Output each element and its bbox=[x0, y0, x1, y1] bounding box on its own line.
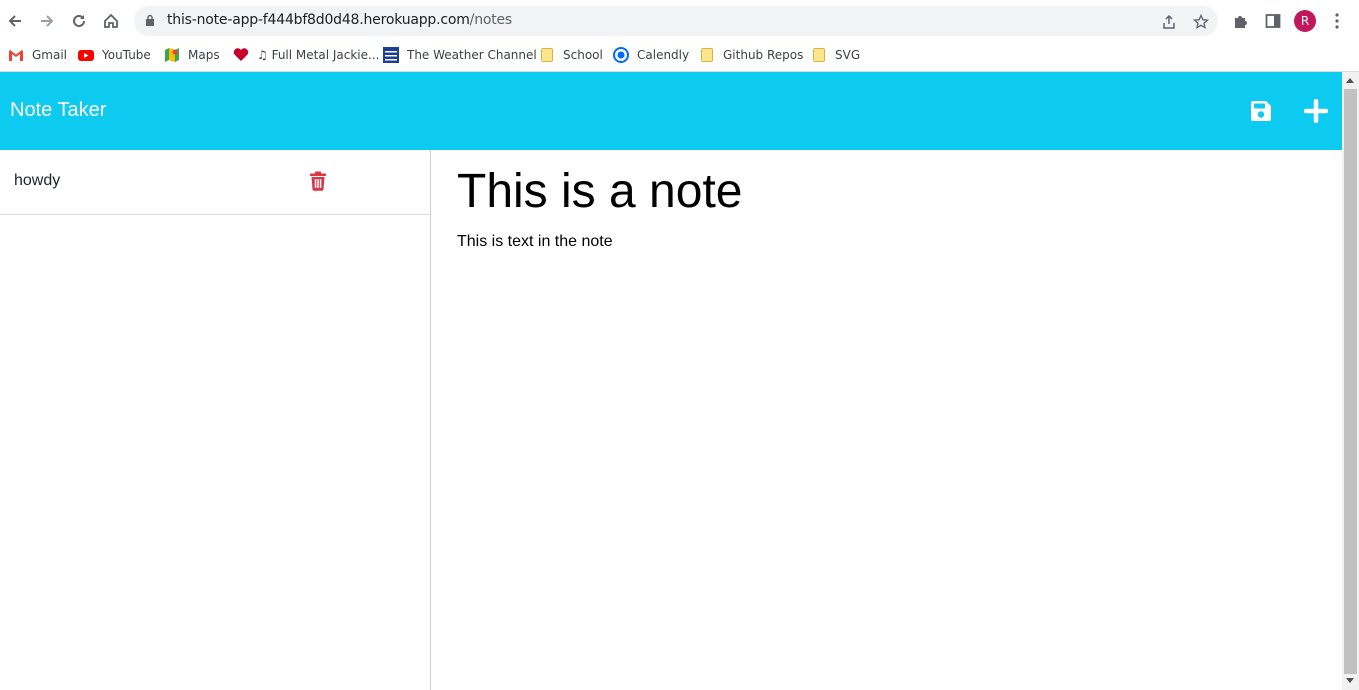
gmail-icon bbox=[8, 47, 24, 63]
bookmark-label: SVG bbox=[835, 48, 861, 62]
list-item[interactable]: howdy bbox=[0, 150, 430, 215]
bookmark-label: Maps bbox=[188, 48, 220, 62]
forward-arrow-icon bbox=[41, 15, 54, 27]
side-panel-icon bbox=[1265, 14, 1281, 28]
home-button[interactable] bbox=[98, 8, 124, 34]
bookmark-label: School bbox=[563, 48, 603, 62]
iheart-icon bbox=[233, 47, 249, 63]
bookmark-weather-channel[interactable]: The Weather Channel bbox=[383, 45, 537, 65]
forward-button[interactable] bbox=[34, 8, 60, 34]
maps-icon bbox=[164, 47, 180, 63]
bookmark-label: ♫ Full Metal Jackie... bbox=[257, 48, 380, 62]
app-header: Note Taker bbox=[0, 72, 1342, 150]
bookmark-label: Calendly bbox=[637, 48, 690, 62]
note-text-area[interactable]: This is text in the note bbox=[457, 233, 613, 251]
weather-channel-icon bbox=[383, 47, 399, 63]
bookmark-full-metal-jackie[interactable]: ♫ Full Metal Jackie... bbox=[233, 45, 379, 65]
folder-icon bbox=[811, 47, 827, 63]
scroll-down-arrow-icon[interactable] bbox=[1346, 678, 1354, 683]
lock-icon bbox=[146, 14, 154, 26]
puzzle-icon bbox=[1235, 16, 1247, 28]
save-icon bbox=[1251, 101, 1271, 121]
reload-icon bbox=[73, 14, 85, 27]
back-arrow-icon bbox=[8, 15, 21, 27]
share-button[interactable] bbox=[1160, 13, 1178, 31]
bookmark-label: Github Repos bbox=[723, 48, 804, 62]
bookmark-label: The Weather Channel bbox=[407, 48, 537, 62]
page-scrollbar[interactable] bbox=[1342, 72, 1359, 690]
url-host: this-note-app-f444bf8d0d48.herokuapp.com bbox=[167, 12, 470, 28]
kebab-menu-icon bbox=[1335, 13, 1339, 29]
menu-button[interactable] bbox=[1327, 11, 1347, 31]
bookmark-label: Gmail bbox=[32, 48, 68, 62]
home-icon bbox=[104, 13, 118, 28]
note-list: howdy bbox=[0, 150, 431, 690]
plus-icon bbox=[1304, 99, 1328, 123]
scrollbar-thumb[interactable] bbox=[1344, 89, 1357, 674]
bookmark-calendly[interactable]: Calendly bbox=[613, 45, 689, 65]
trash-icon[interactable] bbox=[309, 171, 327, 191]
url-text: this-note-app-f444bf8d0d48.herokuapp.com… bbox=[167, 12, 512, 28]
address-bar[interactable]: this-note-app-f444bf8d0d48.herokuapp.com… bbox=[134, 6, 1218, 36]
note-list-title: howdy bbox=[14, 172, 61, 189]
bookmark-youtube[interactable]: YouTube bbox=[78, 45, 151, 65]
profile-avatar[interactable]: R bbox=[1294, 10, 1316, 32]
scroll-up-arrow-icon[interactable] bbox=[1346, 78, 1354, 83]
calendly-icon bbox=[613, 47, 629, 63]
bookmark-folder-github-repos[interactable]: Github Repos bbox=[699, 45, 803, 65]
reload-button[interactable] bbox=[66, 8, 92, 34]
back-button[interactable] bbox=[2, 8, 28, 34]
new-note-button[interactable] bbox=[1303, 98, 1329, 124]
side-panel-button[interactable] bbox=[1263, 11, 1283, 31]
bookmark-folder-school[interactable]: School bbox=[539, 45, 603, 65]
bookmark-folder-svg[interactable]: SVG bbox=[811, 45, 860, 65]
share-icon bbox=[1163, 14, 1175, 29]
bookmarks-bar: Gmail YouTube Maps ♫ Full Metal Jackie..… bbox=[0, 42, 1359, 71]
star-icon bbox=[1193, 14, 1209, 29]
save-note-button[interactable] bbox=[1248, 98, 1274, 124]
note-title-input[interactable]: This is a note bbox=[457, 164, 742, 219]
app-title: Note Taker bbox=[10, 99, 107, 121]
bookmark-gmail[interactable]: Gmail bbox=[8, 45, 67, 65]
url-path: /notes bbox=[469, 12, 513, 28]
bookmark-maps[interactable]: Maps bbox=[164, 45, 220, 65]
bookmark-star-button[interactable] bbox=[1192, 13, 1210, 31]
browser-toolbar: this-note-app-f444bf8d0d48.herokuapp.com… bbox=[0, 0, 1359, 42]
extensions-button[interactable] bbox=[1231, 11, 1251, 31]
folder-icon bbox=[539, 47, 555, 63]
folder-icon bbox=[699, 47, 715, 63]
bookmark-label: YouTube bbox=[102, 48, 151, 62]
youtube-icon bbox=[78, 47, 94, 63]
note-editor: This is a note This is text in the note bbox=[431, 150, 1342, 690]
